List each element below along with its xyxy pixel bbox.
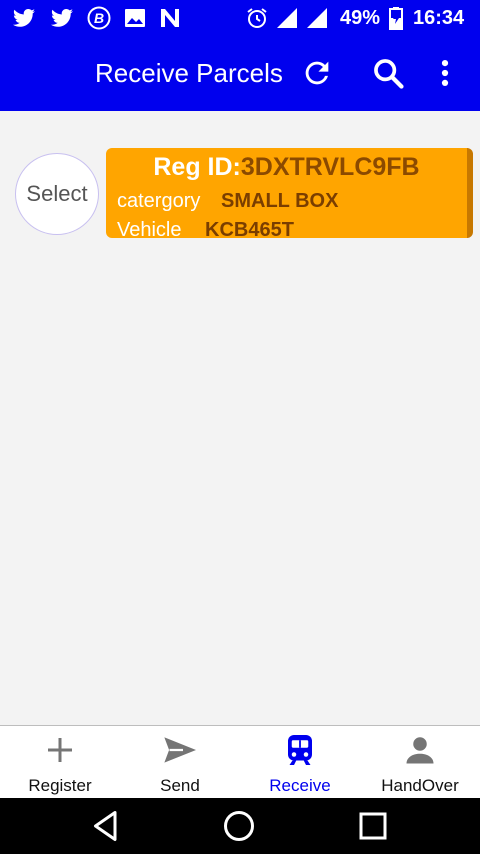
signal-icon <box>307 8 327 28</box>
twitter-icon <box>13 9 35 27</box>
parcel-card[interactable]: Reg ID:3DXTRVLC9FB catergory SMALL BOX V… <box>106 148 473 241</box>
clock: 16:34 <box>413 7 465 29</box>
system-navigation <box>0 798 480 854</box>
battery-percent: 49% <box>340 7 381 29</box>
plus-icon <box>48 738 72 762</box>
person-icon <box>406 737 434 764</box>
back-icon[interactable] <box>88 808 124 844</box>
signal-icon <box>277 8 297 28</box>
svg-text:B: B <box>94 10 104 26</box>
bottom-navigation: Register Send Receive HandOver <box>0 725 480 798</box>
reg-id-line: Reg ID:3DXTRVLC9FB <box>106 153 467 182</box>
image-icon <box>125 9 145 27</box>
nav-register-label: Register <box>28 776 92 795</box>
vehicle-label: Vehicle <box>117 219 182 241</box>
nav-register[interactable]: Register <box>0 726 120 799</box>
category-value: SMALL BOX <box>221 190 339 212</box>
reg-id-label: Reg ID: <box>153 153 241 181</box>
nav-handover[interactable]: HandOver <box>360 726 480 799</box>
category-label: catergory <box>117 190 201 212</box>
page-title: Receive Parcels <box>95 58 283 88</box>
select-button[interactable]: Select <box>15 153 99 235</box>
parcel-list: Select Reg ID:3DXTRVLC9FB catergory SMAL… <box>0 111 480 725</box>
recents-icon[interactable] <box>355 808 391 844</box>
n-app-icon <box>161 9 179 27</box>
refresh-icon[interactable] <box>300 56 334 90</box>
more-vert-icon[interactable] <box>428 56 462 90</box>
train-icon <box>288 735 312 765</box>
battery-icon <box>389 7 403 30</box>
twitter-icon <box>51 9 73 27</box>
app-bar: Receive Parcels <box>0 36 480 111</box>
home-icon[interactable] <box>221 808 257 844</box>
bitcoin-wallet-icon: B <box>87 6 111 30</box>
alarm-icon <box>247 8 267 28</box>
select-label: Select <box>26 181 88 206</box>
vehicle-value: KCB465T <box>205 219 294 241</box>
status-bar: B 49% 16:34 <box>0 0 480 36</box>
nav-send[interactable]: Send <box>120 726 240 799</box>
nav-receive-label: Receive <box>269 776 331 795</box>
nav-send-label: Send <box>160 776 200 795</box>
search-icon[interactable] <box>371 56 405 90</box>
reg-id-value: 3DXTRVLC9FB <box>240 153 420 181</box>
nav-receive[interactable]: Receive <box>240 726 360 799</box>
send-icon <box>164 737 197 763</box>
nav-handover-label: HandOver <box>381 776 459 795</box>
